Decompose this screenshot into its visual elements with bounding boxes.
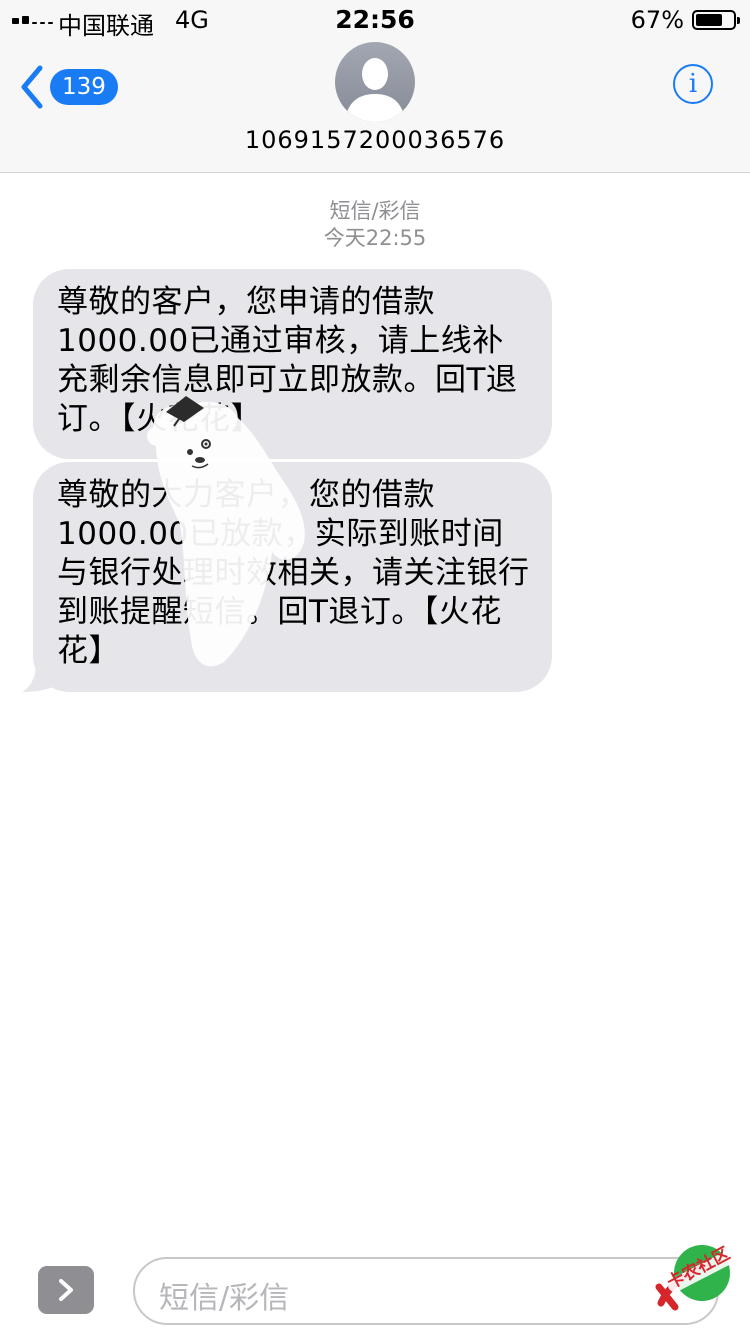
battery-icon [692, 10, 740, 30]
message-type-label: 短信/彩信 [329, 199, 421, 223]
battery-percent: 67% [630, 6, 684, 34]
kanong-community-logo: 卡农社区 [655, 1243, 748, 1311]
info-icon[interactable]: i [673, 64, 713, 104]
conversation-header: 中国联通 4G 22:56 67% 139 1069157200036576 i [0, 0, 750, 173]
unread-count-badge: 139 [50, 69, 118, 105]
chevron-left-icon [21, 65, 43, 109]
bear-watermark [147, 396, 305, 667]
chevron-right-icon [59, 1279, 73, 1301]
composer-bar: 短信/彩信 [0, 1244, 750, 1334]
message-input[interactable]: 短信/彩信 [133, 1257, 719, 1325]
back-button[interactable]: 139 [20, 62, 118, 112]
message-timestamp: 今天22:55 [323, 226, 427, 250]
bubble-tail [22, 662, 60, 692]
expand-apps-button[interactable] [38, 1266, 94, 1314]
message-input-placeholder: 短信/彩信 [159, 1281, 290, 1316]
contact-number[interactable]: 1069157200036576 [0, 126, 750, 154]
thread-meta: 短信/彩信 今天22:55 [0, 198, 750, 252]
contact-avatar[interactable] [335, 42, 415, 122]
person-silhouette-icon [345, 58, 405, 122]
status-bar: 中国联通 4G 22:56 67% [0, 0, 750, 40]
